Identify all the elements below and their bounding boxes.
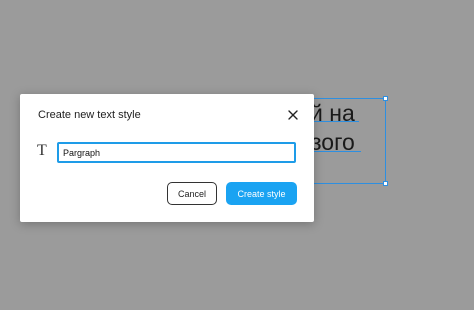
resize-handle-bottom-right[interactable]: [383, 181, 388, 186]
close-icon[interactable]: [286, 108, 300, 122]
text-type-icon: T: [37, 142, 47, 159]
resize-handle-top-right[interactable]: [383, 96, 388, 101]
cancel-button[interactable]: Cancel: [167, 182, 217, 205]
style-name-input[interactable]: [57, 142, 296, 163]
create-text-style-dialog: Create new text style T Cancel Create st…: [20, 94, 314, 222]
dialog-title: Create new text style: [38, 109, 141, 121]
create-style-button[interactable]: Create style: [226, 182, 297, 205]
